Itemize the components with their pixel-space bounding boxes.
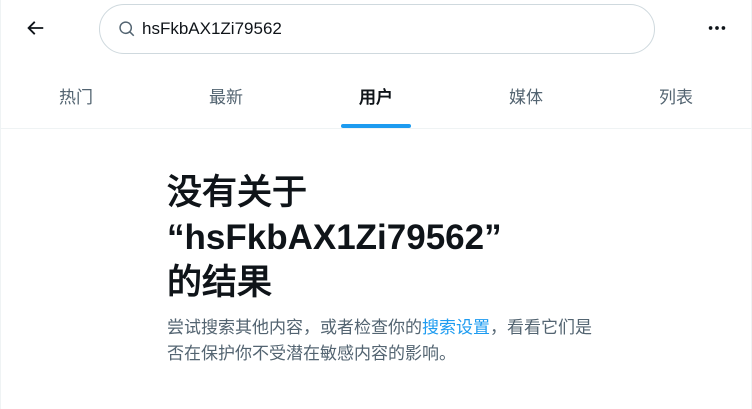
search-input[interactable]: [142, 19, 622, 39]
arrow-left-icon: [24, 17, 46, 44]
more-horizontal-icon: [706, 17, 728, 44]
tab-label: 列表: [659, 87, 693, 107]
more-options-button[interactable]: [701, 14, 733, 46]
tab-label: 热门: [59, 87, 93, 107]
empty-state-description: 尝试搜索其他内容，或者检查你的搜索设置，看看它们是否在保护你不受潜在敏感内容的影…: [167, 315, 597, 367]
search-box[interactable]: [99, 4, 655, 54]
empty-state: 没有关于 “hsFkbAX1Zi79562” 的结果 尝试搜索其他内容，或者检查…: [167, 170, 597, 367]
search-tabs: 热门 最新 用户 媒体 列表: [1, 66, 751, 129]
search-results-page: 热门 最新 用户 媒体 列表 没有关于 “hsFkbAX1Zi79562” 的结…: [0, 0, 752, 409]
empty-title-line3: 的结果: [167, 263, 273, 302]
tab-latest[interactable]: 最新: [151, 66, 301, 128]
top-bar: [1, 0, 751, 60]
tab-label: 媒体: [509, 87, 543, 107]
tab-label: 最新: [209, 87, 243, 107]
active-tab-indicator: [341, 124, 411, 128]
back-button[interactable]: [17, 12, 53, 48]
tab-top[interactable]: 热门: [1, 66, 151, 128]
tab-lists[interactable]: 列表: [601, 66, 751, 128]
desc-text-before: 尝试搜索其他内容，或者检查你的: [167, 318, 422, 337]
tab-people[interactable]: 用户: [301, 66, 451, 128]
empty-title-line2: “hsFkbAX1Zi79562”: [167, 218, 502, 257]
tab-label: 用户: [359, 87, 393, 107]
search-settings-link[interactable]: 搜索设置: [422, 318, 490, 337]
empty-state-title: 没有关于 “hsFkbAX1Zi79562” 的结果: [167, 170, 597, 305]
search-icon: [118, 20, 136, 38]
empty-title-line1: 没有关于: [167, 173, 308, 212]
tab-media[interactable]: 媒体: [451, 66, 601, 128]
